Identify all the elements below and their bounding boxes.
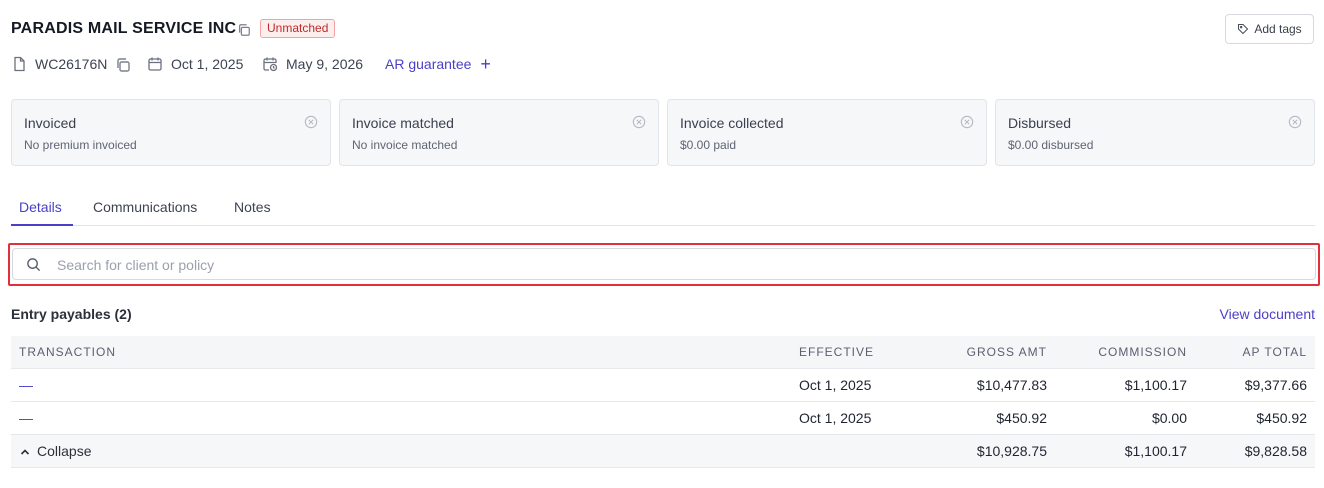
total-commission: $1,100.17 <box>1124 443 1187 459</box>
gross-amt-cell: $450.92 <box>996 410 1047 426</box>
card-title: Invoiced <box>24 115 77 131</box>
transaction-link[interactable]: — <box>19 402 33 435</box>
table-row[interactable]: — Oct 1, 2025 $10,477.83 $1,100.17 $9,37… <box>11 369 1315 402</box>
transaction-link[interactable]: — <box>19 369 33 402</box>
calendar-icon <box>148 57 162 71</box>
column-header-commission: COMMISSION <box>1098 345 1187 359</box>
policy-number: WC26176N <box>11 54 131 74</box>
card-subtitle: $0.00 disbursed <box>1008 138 1094 152</box>
entry-payables-header: Entry payables (2) View document <box>11 306 1315 324</box>
card-disbursed: Disbursed $0.00 disbursed <box>995 99 1315 166</box>
end-date-text: May 9, 2026 <box>286 56 364 72</box>
start-date: Oct 1, 2025 <box>147 54 243 74</box>
add-tags-label: Add tags <box>1254 22 1302 36</box>
search-box <box>12 248 1316 280</box>
column-header-effective: EFFECTIVE <box>799 345 875 359</box>
ap-total-cell: $9,377.66 <box>1244 377 1307 393</box>
search-highlight <box>8 243 1320 286</box>
tag-icon <box>1238 23 1249 35</box>
tab-details[interactable]: Details <box>19 199 62 215</box>
ar-guarantee-link[interactable]: AR guarantee + <box>385 54 491 74</box>
close-circle-icon <box>632 115 646 129</box>
card-invoiced: Invoiced No premium invoiced <box>11 99 331 166</box>
collapse-label: Collapse <box>37 443 92 459</box>
status-cards: Invoiced No premium invoiced Invoice mat… <box>11 99 1315 166</box>
card-subtitle: $0.00 paid <box>680 138 737 152</box>
card-invoice-collected: Invoice collected $0.00 paid <box>667 99 987 166</box>
column-header-transaction: TRANSACTION <box>19 345 117 359</box>
end-date: May 9, 2026 <box>262 54 363 74</box>
tab-bar: Details Communications Notes <box>11 190 1315 226</box>
page-header: PARADIS MAIL SERVICE INC Unmatched Add t… <box>11 14 1314 44</box>
policy-number-text: WC26176N <box>35 56 108 72</box>
close-circle-icon <box>960 115 974 129</box>
ar-guarantee-label: AR guarantee <box>385 56 472 72</box>
start-date-text: Oct 1, 2025 <box>171 56 244 72</box>
total-ap-total: $9,828.58 <box>1244 443 1307 459</box>
column-header-gross-amt: GROSS AMT <box>966 345 1047 359</box>
view-document-link[interactable]: View document <box>1220 306 1315 322</box>
gross-amt-cell: $10,477.83 <box>976 377 1047 393</box>
effective-cell: Oct 1, 2025 <box>799 377 872 393</box>
active-tab-indicator <box>11 224 73 226</box>
total-gross-amt: $10,928.75 <box>976 443 1047 459</box>
collapse-toggle[interactable]: Collapse <box>19 435 91 468</box>
company-name: PARADIS MAIL SERVICE INC <box>11 20 237 37</box>
tab-communications[interactable]: Communications <box>93 199 197 215</box>
copy-icon[interactable] <box>237 23 251 37</box>
document-icon <box>14 56 25 72</box>
close-circle-icon <box>1288 115 1302 129</box>
status-badge: Unmatched <box>260 19 336 38</box>
calendar-clock-icon <box>263 57 278 72</box>
tab-notes[interactable]: Notes <box>234 199 271 215</box>
plus-icon: + <box>480 54 491 74</box>
ap-total-cell: $450.92 <box>1256 410 1307 426</box>
card-title: Invoice matched <box>352 115 454 131</box>
card-subtitle: No premium invoiced <box>24 138 137 152</box>
close-circle-icon <box>304 115 318 129</box>
card-title: Invoice collected <box>680 115 784 131</box>
totals-row: Collapse $10,928.75 $1,100.17 $9,828.58 <box>11 435 1315 468</box>
search-icon <box>27 258 41 272</box>
payables-table: TRANSACTION EFFECTIVE GROSS AMT COMMISSI… <box>11 336 1315 468</box>
effective-cell: Oct 1, 2025 <box>799 410 872 426</box>
chevron-up-icon <box>20 448 30 455</box>
card-subtitle: No invoice matched <box>352 138 458 152</box>
copy-icon[interactable] <box>115 57 131 72</box>
table-header: TRANSACTION EFFECTIVE GROSS AMT COMMISSI… <box>11 336 1315 369</box>
commission-cell: $0.00 <box>1151 410 1187 426</box>
column-header-ap-total: AP TOTAL <box>1242 345 1307 359</box>
add-tags-button[interactable]: Add tags <box>1225 14 1314 44</box>
commission-cell: $1,100.17 <box>1124 377 1187 393</box>
section-title: Entry payables (2) <box>11 306 132 322</box>
card-invoice-matched: Invoice matched No invoice matched <box>339 99 659 166</box>
table-row[interactable]: — Oct 1, 2025 $450.92 $0.00 $450.92 <box>11 402 1315 435</box>
policy-meta: WC26176N Oct 1, 2025 May 9, 2026 AR guar… <box>11 54 1314 74</box>
search-input[interactable] <box>57 255 957 275</box>
card-title: Disbursed <box>1008 115 1072 131</box>
